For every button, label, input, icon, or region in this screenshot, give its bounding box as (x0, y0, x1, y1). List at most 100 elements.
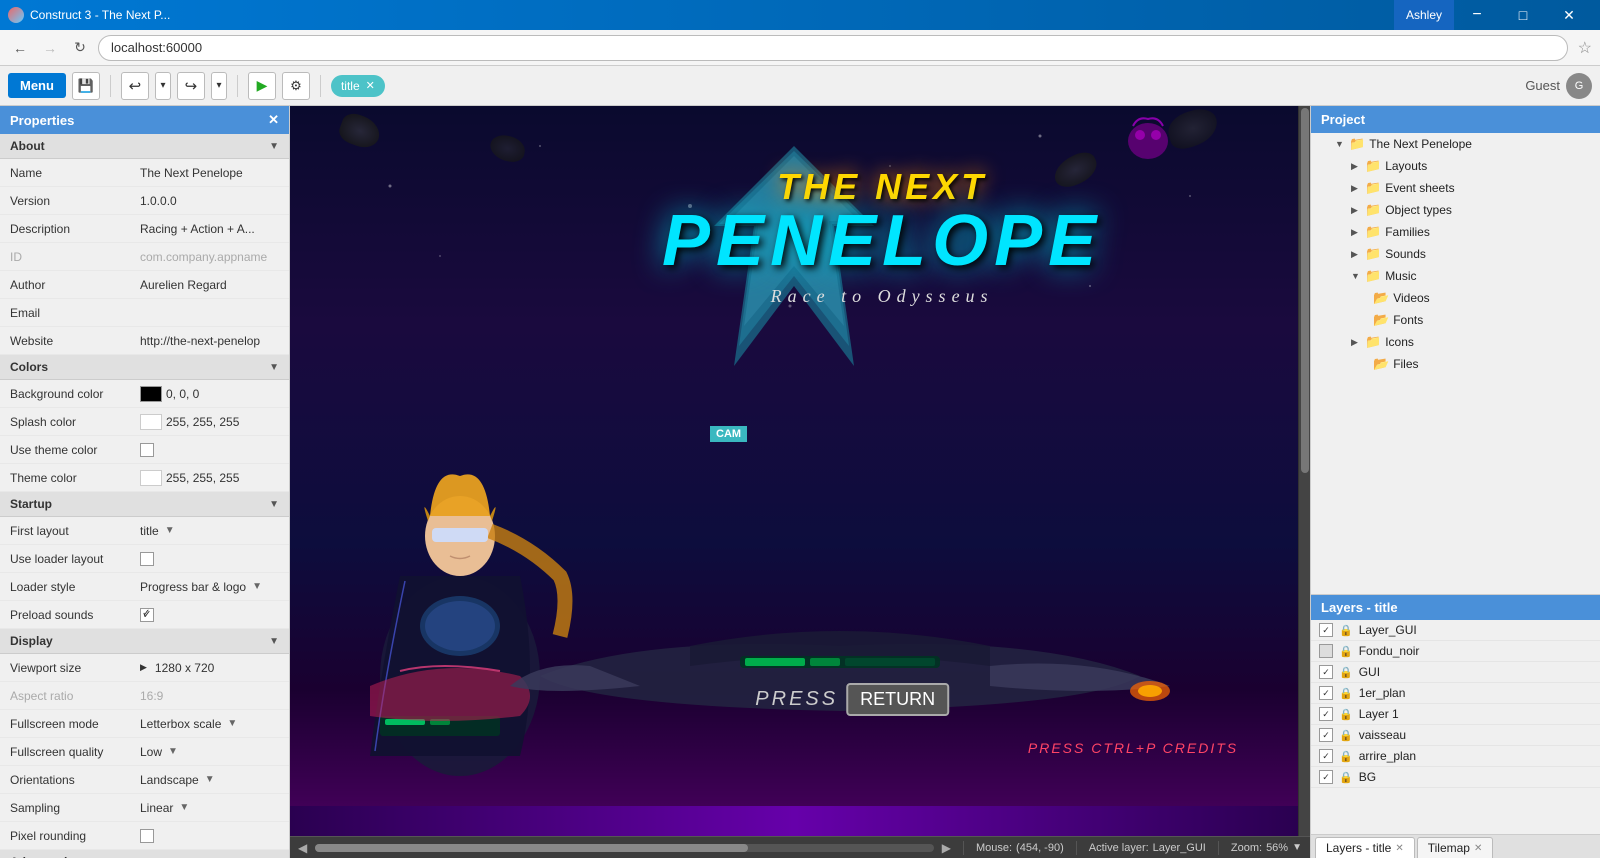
first-layout-arrow[interactable]: ▼ (165, 525, 175, 536)
layer-row-layer1[interactable]: ✓ 🔒 Layer 1 (1311, 704, 1600, 725)
tree-item-sounds[interactable]: ▶ 📁 Sounds (1311, 243, 1600, 265)
tree-item-videos[interactable]: 📂 Videos (1311, 287, 1600, 309)
undo-button[interactable]: ↩ (121, 72, 149, 100)
debug-button[interactable]: ⚙ (282, 72, 310, 100)
prop-first-layout-value[interactable]: title ▼ (140, 524, 279, 538)
preload-sounds-checkbox[interactable]: ✓ (140, 608, 154, 622)
section-display[interactable]: Display ▼ (0, 629, 289, 654)
prop-description-value[interactable]: Racing + Action + A... (140, 222, 279, 236)
prop-theme-color-value[interactable]: 255, 255, 255 (140, 470, 279, 486)
tree-item-icons[interactable]: ▶ 📁 Icons (1311, 331, 1600, 353)
theme-color-swatch[interactable] (140, 470, 162, 486)
layer-row-1er-plan[interactable]: ✓ 🔒 1er_plan (1311, 683, 1600, 704)
maximize-button[interactable]: □ (1500, 0, 1546, 30)
game-canvas[interactable]: THE NEXT PENELOPE Race to Odysseus CAM (290, 106, 1298, 836)
prop-fullscreen-quality-label: Fullscreen quality (10, 745, 140, 759)
zoom-dropdown[interactable]: ▼ (1292, 842, 1302, 853)
loader-style-arrow[interactable]: ▼ (252, 581, 262, 592)
tree-item-fonts[interactable]: 📂 Fonts (1311, 309, 1600, 331)
layer-row-arrire-plan[interactable]: ✓ 🔒 arrire_plan (1311, 746, 1600, 767)
prop-use-loader-value[interactable] (140, 552, 279, 566)
use-theme-color-checkbox[interactable] (140, 443, 154, 457)
reload-button[interactable]: ↻ (68, 36, 92, 60)
sampling-arrow[interactable]: ▼ (179, 802, 189, 813)
section-advanced[interactable]: Advanced ▶ (0, 850, 289, 858)
tab-close-icon[interactable]: ✕ (366, 79, 375, 92)
tab-tilemap[interactable]: Tilemap ✕ (1417, 837, 1494, 858)
prop-name-value[interactable]: The Next Penelope (140, 166, 279, 180)
layer-1er-vis[interactable]: ✓ (1319, 686, 1333, 700)
fullscreen-quality-arrow[interactable]: ▼ (168, 746, 178, 757)
section-about[interactable]: About ▼ (0, 134, 289, 159)
layer-fondu-vis[interactable] (1319, 644, 1333, 658)
layer-vaisseau-vis[interactable]: ✓ (1319, 728, 1333, 742)
layer-arrire-vis[interactable]: ✓ (1319, 749, 1333, 763)
layer-bg-vis[interactable]: ✓ (1319, 770, 1333, 784)
prop-sampling-value[interactable]: Linear ▼ (140, 801, 279, 815)
prop-viewport-value[interactable]: ▶ 1280 x 720 (140, 661, 279, 675)
redo-dropdown[interactable]: ▾ (211, 72, 227, 100)
prop-splash-color-value[interactable]: 255, 255, 255 (140, 414, 279, 430)
project-root[interactable]: ▼ 📁 The Next Penelope (1311, 133, 1600, 155)
redo-button[interactable]: ↪ (177, 72, 205, 100)
prop-author-value[interactable]: Aurelien Regard (140, 278, 279, 292)
layer-row-gui[interactable]: ✓ 🔒 Layer_GUI (1311, 620, 1600, 641)
layer-row-vaisseau[interactable]: ✓ 🔒 vaisseau (1311, 725, 1600, 746)
scroll-right-btn[interactable]: ▶ (942, 841, 951, 855)
url-input[interactable] (98, 35, 1568, 61)
prop-viewport-label: Viewport size (10, 661, 140, 675)
splash-color-swatch[interactable] (140, 414, 162, 430)
tilemap-tab-close[interactable]: ✕ (1474, 843, 1482, 854)
section-startup[interactable]: Startup ▼ (0, 492, 289, 517)
minimize-button[interactable]: − (1454, 0, 1500, 30)
prop-bg-color-value[interactable]: 0, 0, 0 (140, 386, 279, 402)
layers-tab-close[interactable]: ✕ (1395, 843, 1403, 854)
tree-item-event-sheets[interactable]: ▶ 📁 Event sheets (1311, 177, 1600, 199)
fullscreen-mode-arrow[interactable]: ▼ (227, 718, 237, 729)
save-button[interactable]: 💾 (72, 72, 100, 100)
layer-gui-vis[interactable]: ✓ (1319, 623, 1333, 637)
prop-fullscreen-mode-value[interactable]: Letterbox scale ▼ (140, 717, 279, 731)
pixel-rounding-checkbox[interactable] (140, 829, 154, 843)
prop-fullscreen-quality-value[interactable]: Low ▼ (140, 745, 279, 759)
hscroll-thumb[interactable] (315, 844, 748, 852)
undo-dropdown[interactable]: ▾ (155, 72, 171, 100)
tree-item-music[interactable]: ▼ 📁 Music (1311, 265, 1600, 287)
use-loader-checkbox[interactable] (140, 552, 154, 566)
layer-1-vis[interactable]: ✓ (1319, 707, 1333, 721)
vscroll-thumb[interactable] (1301, 108, 1309, 473)
canvas-vscroll[interactable] (1298, 106, 1310, 836)
families-label: Families (1385, 225, 1430, 239)
hscroll-track[interactable] (315, 844, 934, 852)
bookmark-icon[interactable]: ☆ (1578, 38, 1592, 58)
layer-row-gui2[interactable]: ✓ 🔒 GUI (1311, 662, 1600, 683)
tree-item-layouts[interactable]: ▶ 📁 Layouts (1311, 155, 1600, 177)
layout-tab-title[interactable]: title ✕ (331, 75, 385, 97)
prop-version-value[interactable]: 1.0.0.0 (140, 194, 279, 208)
prop-pixel-rounding-value[interactable] (140, 829, 279, 843)
orientations-arrow[interactable]: ▼ (205, 774, 215, 785)
play-button[interactable]: ▶ (248, 72, 276, 100)
prop-loader-style-value[interactable]: Progress bar & logo ▼ (140, 580, 279, 594)
prop-id-value[interactable]: com.company.appname (140, 250, 279, 264)
properties-close-icon[interactable]: ✕ (268, 112, 279, 128)
bg-color-swatch[interactable] (140, 386, 162, 402)
forward-button[interactable]: → (38, 36, 62, 60)
prop-preload-sounds-value[interactable]: ✓ (140, 608, 279, 622)
layer-row-fondu-noir[interactable]: 🔒 Fondu_noir (1311, 641, 1600, 662)
prop-use-theme-color-value[interactable] (140, 443, 279, 457)
layer-gui2-vis[interactable]: ✓ (1319, 665, 1333, 679)
guest-avatar[interactable]: G (1566, 73, 1592, 99)
back-button[interactable]: ← (8, 36, 32, 60)
prop-orientations-value[interactable]: Landscape ▼ (140, 773, 279, 787)
tree-item-object-types[interactable]: ▶ 📁 Object types (1311, 199, 1600, 221)
section-colors[interactable]: Colors ▼ (0, 355, 289, 380)
scroll-left-btn[interactable]: ◀ (298, 841, 307, 855)
menu-button[interactable]: Menu (8, 73, 66, 98)
tree-item-files[interactable]: 📂 Files (1311, 353, 1600, 375)
tree-item-families[interactable]: ▶ 📁 Families (1311, 221, 1600, 243)
prop-website-value[interactable]: http://the-next-penelop (140, 334, 279, 348)
tab-layers-title[interactable]: Layers - title ✕ (1315, 837, 1415, 858)
layer-row-bg[interactable]: ✓ 🔒 BG (1311, 767, 1600, 788)
close-button[interactable]: ✕ (1546, 0, 1592, 30)
